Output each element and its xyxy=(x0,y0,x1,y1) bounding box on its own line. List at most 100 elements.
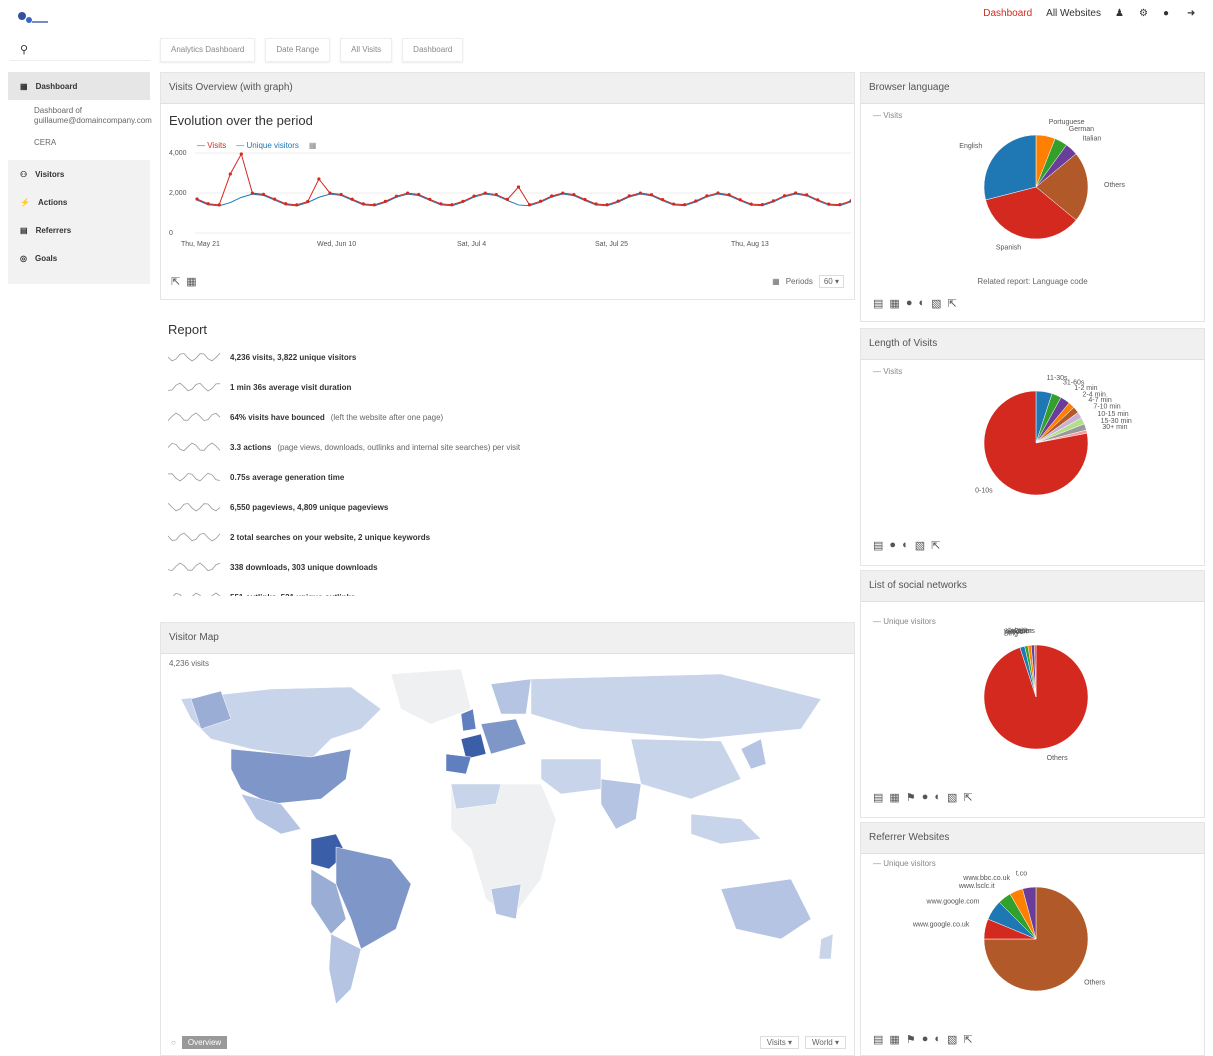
widget-title[interactable]: Visits Overview (with graph) xyxy=(161,73,854,104)
visits-point[interactable] xyxy=(838,203,842,207)
tag-cloud-icon[interactable]: ● xyxy=(922,791,929,804)
map-country-france[interactable] xyxy=(460,733,487,760)
pie-icon[interactable]: ◐ xyxy=(902,539,909,552)
visits-point[interactable] xyxy=(583,197,587,202)
visits-point[interactable] xyxy=(627,194,631,198)
table-icon[interactable]: ▤ xyxy=(873,791,883,804)
referrer-websites-pie[interactable]: Others www.google.co.uk www.google.com www.… xyxy=(861,869,1204,1009)
visits-point[interactable] xyxy=(383,199,387,203)
sidebar-item-visitors[interactable]: ⚇ Visitors xyxy=(8,160,150,188)
image-icon[interactable]: ▦ xyxy=(186,275,196,288)
pie-legend[interactable]: — Unique visitors xyxy=(873,859,936,868)
nav-all-websites-link[interactable]: All Websites xyxy=(1046,8,1101,19)
visits-point[interactable] xyxy=(273,197,277,201)
visits-point[interactable] xyxy=(672,202,676,206)
visits-point[interactable] xyxy=(749,202,753,206)
social-networks-pie[interactable]: OthersBingYahooRedditLinkedInOthers xyxy=(861,627,1204,777)
visits-point[interactable] xyxy=(705,194,709,198)
visits-point[interactable] xyxy=(683,203,687,207)
widget-title[interactable]: List of social networks xyxy=(861,571,1204,602)
visits-point[interactable] xyxy=(738,198,742,202)
visits-point[interactable] xyxy=(439,202,443,206)
visits-point[interactable] xyxy=(661,198,665,202)
gear-icon[interactable]: ⚙ xyxy=(1139,8,1149,19)
sparkline[interactable] xyxy=(168,351,224,363)
related-report-link[interactable]: Related report: Language code xyxy=(861,277,1204,286)
visits-point[interactable] xyxy=(350,197,354,201)
map-country-scandinavia[interactable] xyxy=(490,678,532,715)
sparkline[interactable] xyxy=(168,561,224,573)
visits-point[interactable] xyxy=(594,202,598,206)
visits-point[interactable] xyxy=(261,192,266,196)
visits-point[interactable] xyxy=(716,191,720,195)
map-country-russia[interactable] xyxy=(530,673,822,740)
pie-legend[interactable]: — Unique visitors xyxy=(873,617,936,626)
bar-icon[interactable]: ▧ xyxy=(915,539,925,552)
map-country-south-africa[interactable] xyxy=(490,883,522,920)
map-country-spain[interactable] xyxy=(445,753,472,775)
visits-point[interactable] xyxy=(805,193,809,197)
visits-point[interactable] xyxy=(550,194,554,198)
tag-cloud-icon[interactable]: ● xyxy=(922,1033,929,1046)
map-country-argentina[interactable] xyxy=(328,933,362,1005)
visits-point[interactable] xyxy=(239,152,243,156)
visits-point[interactable] xyxy=(694,199,698,203)
widget-title[interactable]: Browser language xyxy=(861,73,1204,104)
table-icon[interactable]: ▤ xyxy=(873,297,883,310)
visits-point[interactable] xyxy=(406,191,410,195)
export-icon[interactable]: ⇱ xyxy=(963,1033,972,1046)
visits-point[interactable] xyxy=(616,199,620,203)
visits-point[interactable] xyxy=(250,191,254,195)
browser-language-pie[interactable]: PortugueseGermanItalianOthersSpanishEngl… xyxy=(861,117,1204,267)
region-select[interactable]: World ▾ xyxy=(805,1036,846,1049)
dashboard-selector[interactable]: Dashboard xyxy=(402,38,464,62)
table-more-icon[interactable]: ▦ xyxy=(889,1033,899,1046)
user-icon[interactable]: ♟ xyxy=(1115,8,1125,19)
export-icon[interactable]: ⇱ xyxy=(963,791,972,804)
map-country-new-zealand[interactable] xyxy=(818,933,834,960)
flag-icon[interactable]: ⚑ xyxy=(906,791,916,804)
visits-point[interactable] xyxy=(561,191,565,195)
visits-point[interactable] xyxy=(827,202,831,206)
search-input[interactable]: ⚲ xyxy=(10,40,150,61)
visits-point[interactable] xyxy=(527,203,532,207)
sidebar-item-dashboard[interactable]: ▦ Dashboard xyxy=(8,72,150,100)
visits-point[interactable] xyxy=(727,193,731,197)
visits-point[interactable] xyxy=(505,197,509,202)
visits-point[interactable] xyxy=(317,177,321,181)
visits-point[interactable] xyxy=(217,203,221,207)
map-country-indonesia[interactable] xyxy=(690,813,762,845)
bar-icon[interactable]: ▧ xyxy=(947,1033,957,1046)
map-country-india[interactable] xyxy=(600,778,642,830)
sparkline[interactable] xyxy=(168,501,224,513)
visits-point[interactable] xyxy=(428,197,432,201)
visits-point[interactable] xyxy=(328,191,332,195)
map-country-uk[interactable] xyxy=(460,708,477,732)
visits-point[interactable] xyxy=(771,199,776,203)
visits-point[interactable] xyxy=(295,203,299,207)
metric-select[interactable]: Visits ▾ xyxy=(759,1036,799,1049)
widget-title[interactable]: Length of Visits xyxy=(861,329,1204,360)
bar-icon[interactable]: ▧ xyxy=(947,791,957,804)
visits-point[interactable] xyxy=(195,197,199,201)
table-icon[interactable]: ▤ xyxy=(873,539,883,552)
visits-point[interactable] xyxy=(472,194,476,198)
length-of-visits-pie[interactable]: 11-30s31-60s1-2 min2-4 min4-7 min7-10 mi… xyxy=(861,373,1204,533)
export-icon[interactable]: ⇱ xyxy=(948,297,957,310)
help-icon[interactable]: ● xyxy=(1163,8,1173,19)
visits-point[interactable] xyxy=(228,172,232,176)
pie-icon[interactable]: ◐ xyxy=(934,1033,941,1046)
widget-title[interactable]: Referrer Websites xyxy=(861,823,1204,854)
sidebar-subitem-user-dashboard[interactable]: Dashboard of guillaume@domaincompany.com xyxy=(8,100,152,132)
map-country-germany[interactable] xyxy=(480,718,527,755)
pie-icon[interactable]: ◐ xyxy=(918,297,925,310)
visits-point[interactable] xyxy=(394,194,399,198)
visits-point[interactable] xyxy=(572,193,576,197)
segment-selector[interactable]: All Visits xyxy=(340,38,393,62)
site-selector[interactable]: Analytics Dashboard xyxy=(160,38,256,62)
export-icon[interactable]: ⇱ xyxy=(171,275,180,288)
visits-point[interactable] xyxy=(306,199,310,204)
visits-point[interactable] xyxy=(417,192,421,197)
sidebar-item-referrers[interactable]: ▤ Referrers xyxy=(8,216,150,244)
visits-point[interactable] xyxy=(816,198,820,202)
